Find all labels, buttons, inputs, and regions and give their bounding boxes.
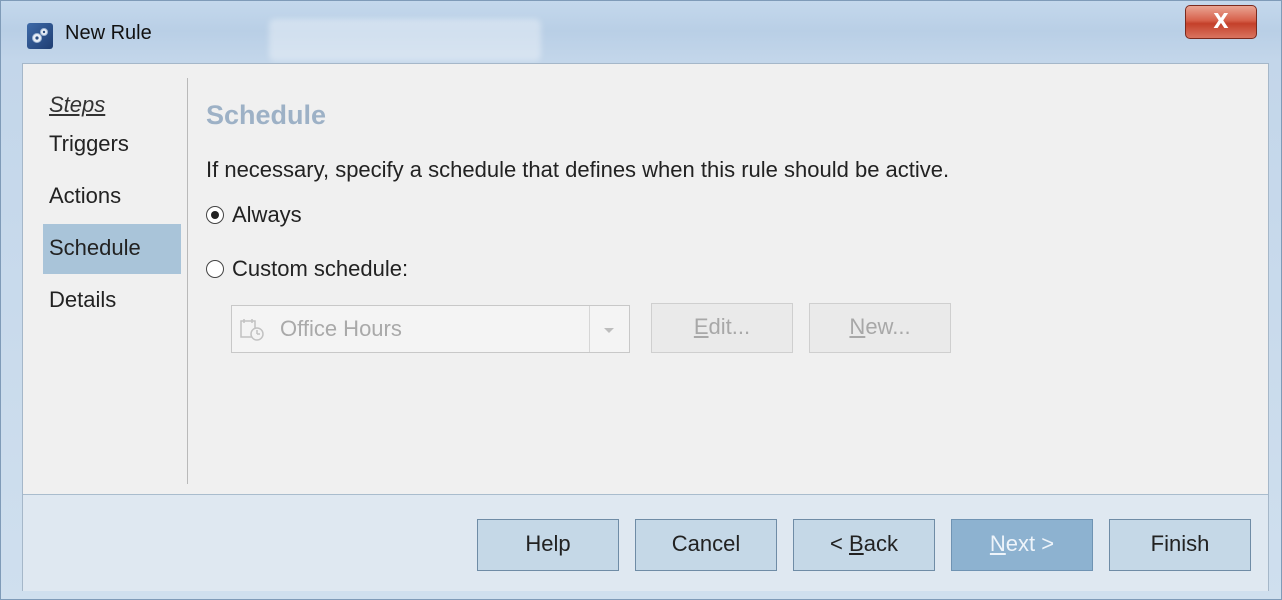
dialog-client-area: Steps Triggers Actions Schedule Details … [22,63,1269,591]
section-title: Schedule [206,100,327,130]
rule-app-icon [27,23,53,49]
dialog-window: New Rule X Steps Triggers Actions Schedu… [0,0,1282,600]
close-icon: X [1213,9,1229,33]
new-schedule-button[interactable]: New... [809,303,951,353]
schedule-description: If necessary, specify a schedule that de… [206,157,950,182]
window-title: New Rule [65,22,152,44]
close-button[interactable]: X [1185,5,1257,39]
edit-schedule-button[interactable]: Edit... [651,303,793,353]
steps-pane: Steps Triggers Actions Schedule Details [23,64,188,494]
radio-custom-schedule-label[interactable]: Custom schedule: [232,256,408,282]
new-mnemonic: N [849,314,866,339]
schedule-select[interactable]: Office Hours [231,305,630,353]
next-mnemonic: N [989,531,1006,556]
step-triggers[interactable]: Triggers [43,120,181,170]
radio-always-button[interactable] [206,206,224,224]
edit-mnemonic: E [693,314,709,339]
radio-always-label[interactable]: Always [232,202,302,228]
chevron-down-icon[interactable] [604,328,614,333]
back-prefix: < [830,531,850,556]
back-mnemonic: B [849,531,864,556]
back-button[interactable]: < Back [793,519,935,571]
combo-separator [589,306,590,352]
button-bar: Help Cancel < Back Next > Finish [23,494,1268,591]
edit-label-rest: dit... [708,314,751,339]
next-label-rest: ext > [1005,531,1055,556]
new-label-rest: ew... [865,314,911,339]
step-actions[interactable]: Actions [43,172,181,222]
radio-selected-dot [211,211,219,219]
steps-divider [187,78,188,484]
radio-custom-schedule-button[interactable] [206,260,224,278]
cancel-button[interactable]: Cancel [635,519,777,571]
title-bar-glow [269,19,541,61]
steps-header: Steps [49,92,106,117]
title-bar[interactable]: New Rule X [1,1,1282,63]
step-details[interactable]: Details [43,276,181,326]
help-button[interactable]: Help [477,519,619,571]
step-schedule[interactable]: Schedule [43,224,181,274]
schedule-select-value: Office Hours [280,316,402,341]
next-button[interactable]: Next > [951,519,1093,571]
schedule-calendar-icon [240,318,266,346]
back-label-rest: ack [863,531,898,556]
finish-button[interactable]: Finish [1109,519,1251,571]
